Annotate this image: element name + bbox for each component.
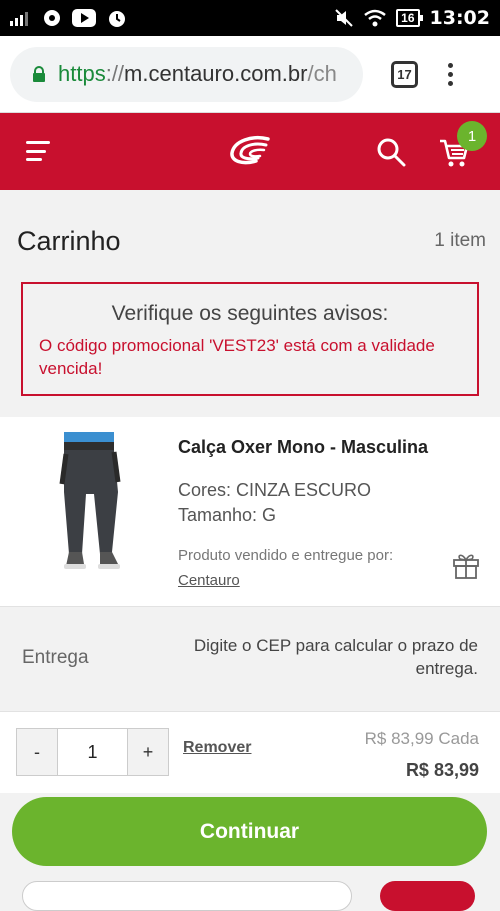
checkout-footer: Continuar — [0, 793, 500, 911]
total-price: R$ 83,99 — [405, 760, 479, 780]
search-icon[interactable] — [376, 137, 406, 167]
alarm-icon — [109, 11, 125, 27]
cart-item: Calça Oxer Mono - Masculina Cores: CINZA… — [0, 417, 500, 607]
delivery-section: Entrega Digite o CEP para calcular o pra… — [0, 607, 500, 712]
url-text: https://m.centauro.com.br/ch — [58, 61, 337, 86]
warning-message: O código promocional 'VEST23' está com a… — [39, 336, 435, 378]
item-count: 1 item — [434, 230, 486, 251]
browser-menu-icon[interactable] — [448, 62, 453, 86]
gift-icon[interactable] — [452, 551, 480, 579]
tabs-button[interactable]: 17 — [391, 60, 418, 88]
increase-quantity-button[interactable]: + — [127, 728, 169, 776]
delivery-message: Digite o CEP para calcular o prazo de en… — [193, 636, 478, 678]
coupon-apply-button[interactable] — [380, 881, 475, 911]
sold-by: Produto vendido e entregue por: Centauro — [178, 543, 438, 593]
status-time: 13:02 — [429, 7, 490, 29]
cart-count-badge: 1 — [457, 121, 487, 151]
quantity-input[interactable]: 1 — [58, 728, 127, 776]
sold-by-label: Produto vendido e entregue por: — [178, 547, 394, 564]
message-icon — [44, 10, 60, 26]
status-bar: 16 13:02 — [0, 0, 500, 36]
lock-icon — [33, 66, 45, 82]
menu-icon[interactable] — [26, 141, 52, 161]
battery-icon: 16 — [396, 9, 423, 27]
seller-link[interactable]: Centauro — [178, 572, 240, 589]
continue-button[interactable]: Continuar — [12, 797, 487, 866]
warning-title: Verifique os seguintes avisos: — [111, 302, 389, 325]
wifi-icon — [364, 9, 386, 27]
delivery-label: Entrega — [22, 647, 89, 668]
unit-price: R$ 83,99 Cada — [364, 729, 479, 748]
mute-icon — [335, 9, 353, 27]
site-header — [0, 113, 500, 190]
page-title: Carrinho — [17, 226, 121, 256]
cart-section: Carrinho 1 item Verifique os seguintes a… — [0, 190, 500, 417]
product-name[interactable]: Calça Oxer Mono - Masculina — [178, 437, 428, 458]
remove-item-link[interactable]: Remover — [183, 739, 251, 757]
quantity-row: - 1 + Remover R$ 83,99 Cada R$ 83,99 — [0, 712, 500, 793]
signal-icon — [10, 12, 28, 26]
product-image[interactable] — [22, 432, 152, 575]
decrease-quantity-button[interactable]: - — [16, 728, 58, 776]
coupon-input[interactable] — [22, 881, 352, 911]
status-icons-left — [10, 7, 128, 29]
centauro-logo[interactable] — [228, 133, 272, 169]
status-icons-right: 16 13:02 — [334, 7, 490, 29]
youtube-icon — [72, 9, 96, 27]
browser-toolbar: https://m.centauro.com.br/ch 17 — [0, 36, 500, 113]
address-bar[interactable]: https://m.centauro.com.br/ch — [10, 46, 363, 102]
warning-box: Verifique os seguintes avisos: O código … — [21, 282, 479, 396]
product-color: Cores: CINZA ESCURO — [178, 480, 372, 500]
product-size: Tamanho: G — [178, 505, 277, 525]
